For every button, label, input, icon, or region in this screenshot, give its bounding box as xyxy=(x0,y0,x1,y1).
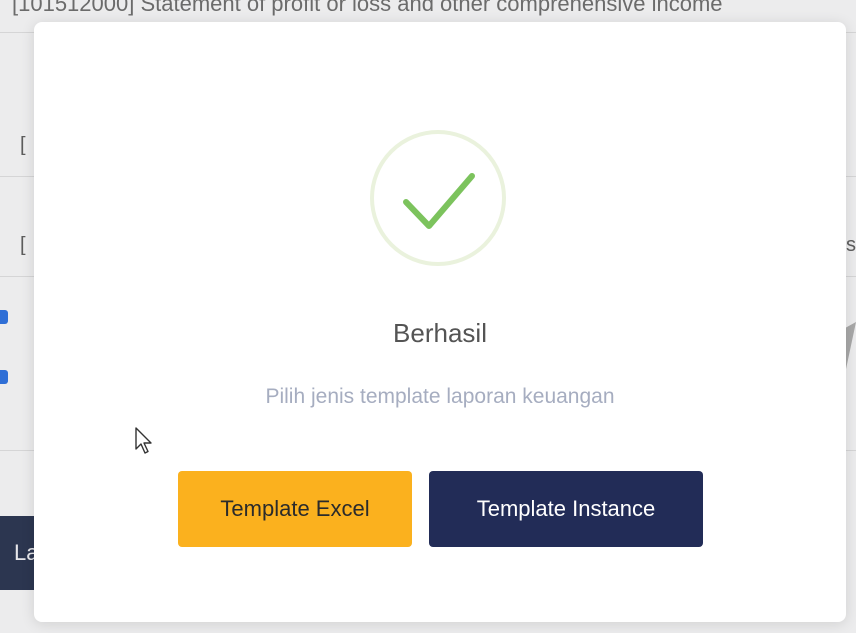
background-checkbox-icon xyxy=(0,310,8,324)
background-row-bracket: [ xyxy=(20,234,26,256)
background-row-text-right: s xyxy=(846,234,856,256)
template-instance-button[interactable]: Template Instance xyxy=(429,471,703,547)
checkmark-icon xyxy=(370,130,506,266)
checkmark-icon-graphic xyxy=(403,173,475,229)
modal-title: Berhasil xyxy=(393,318,487,348)
mouse-cursor-icon xyxy=(135,427,152,454)
background-header-text: [101512000] Statement of profit or loss … xyxy=(12,0,723,16)
template-excel-button[interactable]: Template Excel xyxy=(178,471,412,547)
background-row-bracket: [ xyxy=(20,134,26,156)
modal-message: Pilih jenis template laporan keuangan xyxy=(265,385,615,408)
success-modal: Berhasil Pilih jenis template laporan ke… xyxy=(34,22,846,622)
background-checkbox-icon xyxy=(0,370,8,384)
